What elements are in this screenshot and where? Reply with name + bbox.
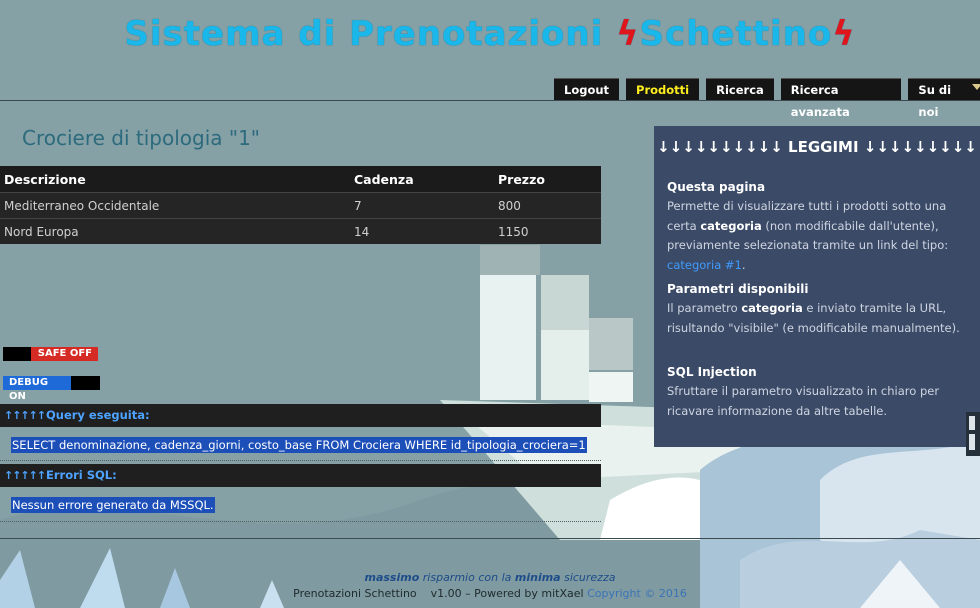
cell-prezzo: 1150: [494, 218, 601, 244]
footer-divider: [0, 538, 980, 539]
sidebar-bold: categoria: [741, 301, 803, 315]
nav-ricerca-avanzata[interactable]: Ricerca avanzata: [780, 78, 902, 119]
main-nav: Logout Prodotti Ricerca Ricerca avanzata…: [554, 78, 980, 119]
slogan-text: risparmio con la: [419, 571, 515, 584]
table-row: Mediterraneo Occidentale 7 800: [0, 192, 601, 219]
debug-mode-toggle[interactable]: DEBUG ON: [3, 376, 100, 402]
slogan-text: sicurezza: [560, 571, 616, 584]
slogan-bold: minima: [514, 571, 561, 584]
sidebar-block-sqli: SQL Injection Sfruttare il parametro vis…: [667, 363, 967, 421]
debug-toggle-label: DEBUG ON: [3, 376, 71, 402]
scroll-control-icon[interactable]: [962, 412, 980, 456]
column-header-descrizione: Descrizione: [0, 166, 350, 193]
collapse-arrows-icon[interactable]: ↑↑↑↑↑: [4, 404, 46, 427]
collapse-arrows-icon[interactable]: ↑↑↑↑↑: [4, 464, 46, 487]
products-table: Descrizione Cadenza Prezzo Mediterraneo …: [0, 166, 601, 244]
cell-cadenza: 7: [350, 192, 494, 219]
footer-info: Prenotazioni Schettino v1.00 – Powered b…: [0, 587, 980, 600]
executed-query-text: SELECT denominazione, cadenza_giorni, co…: [11, 437, 587, 453]
sidebar-title: ↓↓↓↓↓↓↓↓↓↓ LEGGIMI ↓↓↓↓↓↓↓↓↓: [657, 138, 977, 156]
sidebar-text: .: [741, 257, 746, 272]
nav-su-di-noi[interactable]: Su di noi: [908, 78, 980, 119]
sidebar-bold: categoria: [700, 218, 762, 233]
table-row: Nord Europa 14 1150: [0, 218, 601, 244]
readme-sidebar: ↓↓↓↓↓↓↓↓↓↓ LEGGIMI ↓↓↓↓↓↓↓↓↓ Questa pagi…: [654, 126, 980, 447]
safe-mode-toggle[interactable]: SAFE OFF: [3, 347, 98, 361]
nav-dropdown-arrow-icon[interactable]: [972, 84, 980, 90]
site-title-brand: Schettino: [639, 14, 833, 54]
safe-toggle-knob: [3, 347, 31, 361]
footer-version: Prenotazioni Schettino v1.00 – Powered b…: [293, 587, 584, 600]
site-title: Sistema di Prenotazioni ϟSchettinoϟ: [0, 14, 980, 54]
cell-cadenza: 14: [350, 218, 494, 244]
sidebar-block-page: Questa pagina Permette di visualizzare t…: [667, 178, 967, 275]
site-title-text: Sistema di Prenotazioni: [124, 14, 617, 54]
table-header-row: Descrizione Cadenza Prezzo: [0, 166, 601, 193]
page-title: Crociere di tipologia "1": [22, 126, 261, 150]
errors-section-header[interactable]: ↑↑↑↑↑ Errori SQL:: [0, 464, 601, 487]
nav-logout[interactable]: Logout: [554, 78, 620, 100]
lightning-icon: ϟ: [616, 14, 640, 54]
column-header-cadenza: Cadenza: [350, 166, 494, 193]
category-link[interactable]: categoria #1: [667, 258, 742, 272]
footer-copyright: Copyright © 2016: [587, 587, 687, 600]
sidebar-block-title: Questa pagina: [667, 180, 766, 194]
cell-descrizione: Mediterraneo Occidentale: [0, 192, 350, 219]
sidebar-block-title: SQL Injection: [667, 365, 757, 379]
safe-toggle-label: SAFE OFF: [31, 347, 98, 361]
query-section-header[interactable]: ↑↑↑↑↑ Query eseguita:: [0, 404, 601, 427]
debug-toggle-knob: [71, 376, 100, 390]
errors-section-title: Errori SQL:: [46, 468, 117, 482]
sidebar-block-params: Parametri disponibili Il parametro categ…: [667, 280, 967, 338]
divider: [0, 521, 601, 522]
footer-slogan: massimo risparmio con la minima sicurezz…: [0, 571, 980, 584]
sidebar-block-title: Parametri disponibili: [667, 282, 809, 296]
slogan-bold: massimo: [364, 571, 420, 584]
nav-ricerca[interactable]: Ricerca: [706, 78, 774, 100]
column-header-prezzo: Prezzo: [494, 166, 601, 193]
divider: [0, 460, 601, 461]
lightning-icon: ϟ: [832, 14, 856, 54]
nav-prodotti[interactable]: Prodotti: [626, 78, 700, 100]
cell-descrizione: Nord Europa: [0, 218, 350, 244]
sql-errors-text: Nessun errore generato da MSSQL.: [11, 497, 215, 513]
query-section-title: Query eseguita:: [46, 408, 150, 422]
cell-prezzo: 800: [494, 192, 601, 219]
sidebar-text: Il parametro: [667, 301, 742, 315]
sidebar-text: Sfruttare il parametro visualizzato in c…: [667, 384, 940, 418]
